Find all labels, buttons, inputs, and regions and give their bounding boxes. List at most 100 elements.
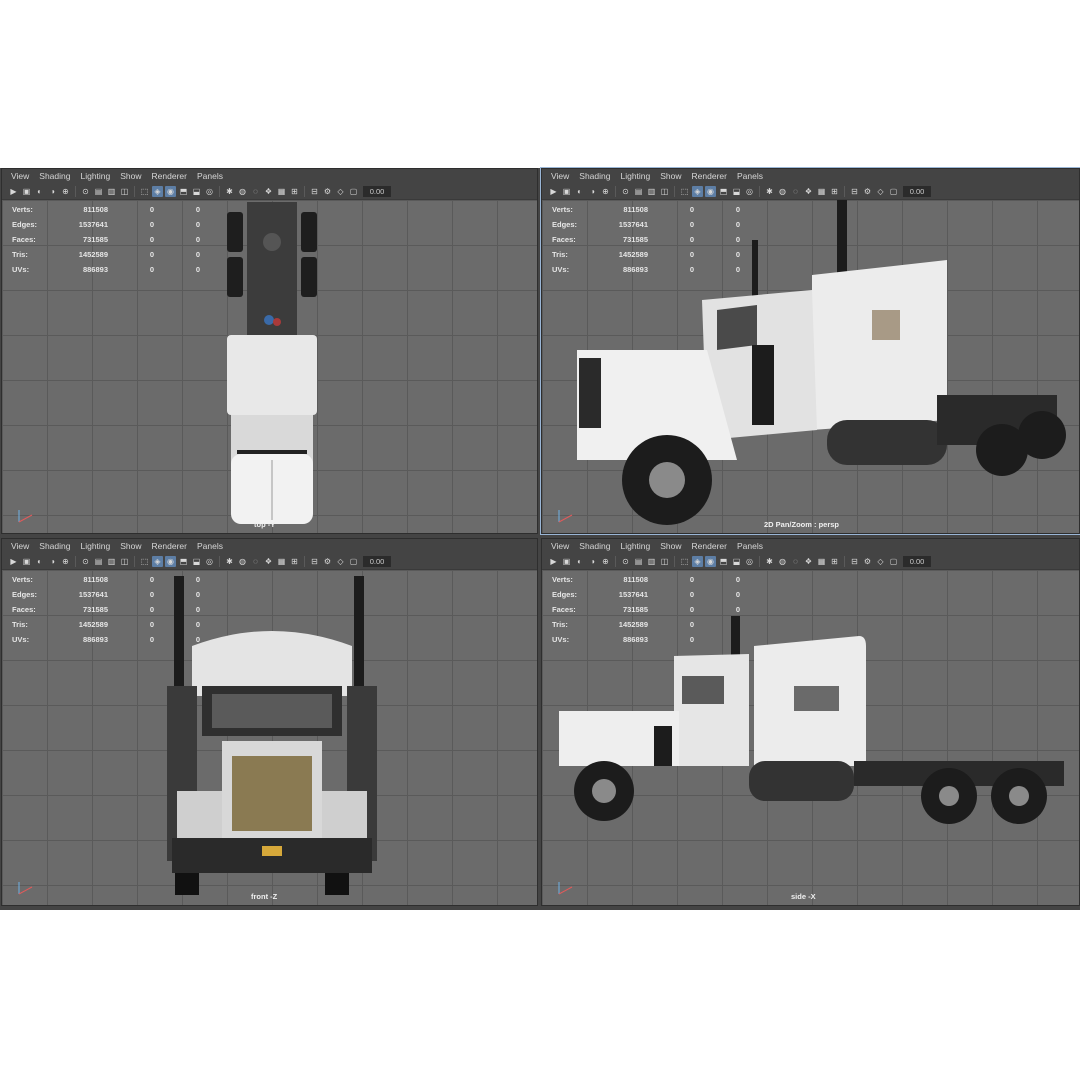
camera-icon[interactable]: ▶ bbox=[548, 186, 559, 197]
camera-icon[interactable]: ▶ bbox=[8, 556, 19, 567]
exposure-field[interactable]: 0.00 bbox=[903, 185, 931, 197]
shaded-icon[interactable]: ◈ bbox=[152, 555, 163, 567]
xray-icon[interactable]: ▦ bbox=[276, 186, 287, 197]
gate-mask-icon[interactable]: ◫ bbox=[659, 186, 670, 197]
textured-icon[interactable]: ◉ bbox=[705, 185, 716, 197]
lights-icon[interactable]: ⬒ bbox=[718, 186, 729, 197]
viewport-front[interactable]: Verts: 811508 0 0 Edges: 1537641 0 0 Faces: 73158… bbox=[2, 570, 537, 905]
settings-icon[interactable]: ⚙ bbox=[862, 186, 873, 197]
dof-icon[interactable]: ◌ bbox=[250, 186, 261, 197]
field-chart-icon[interactable]: ⊙ bbox=[620, 186, 631, 197]
menu-shading[interactable]: Shading bbox=[34, 171, 75, 181]
joints-icon[interactable]: ⊞ bbox=[829, 186, 840, 197]
menu-view[interactable]: View bbox=[546, 541, 574, 551]
menu-show[interactable]: Show bbox=[655, 541, 686, 551]
menu-panels[interactable]: Panels bbox=[732, 171, 768, 181]
safe-title-icon[interactable]: ▥ bbox=[106, 556, 117, 567]
resolution-icon[interactable]: ⊕ bbox=[60, 186, 71, 197]
exposure-field[interactable]: 0.00 bbox=[363, 185, 391, 197]
menu-renderer[interactable]: Renderer bbox=[687, 541, 732, 551]
exposure-icon[interactable]: ▢ bbox=[888, 186, 899, 197]
field-chart-icon[interactable]: ⊙ bbox=[620, 556, 631, 567]
settings-icon[interactable]: ⚙ bbox=[322, 186, 333, 197]
shaded-icon[interactable]: ◈ bbox=[692, 555, 703, 567]
motion-blur-icon[interactable]: ✱ bbox=[224, 556, 235, 567]
components-icon[interactable]: ⊟ bbox=[849, 556, 860, 567]
wireframe-icon[interactable]: ⬚ bbox=[679, 186, 690, 197]
isolate-icon[interactable]: ❖ bbox=[263, 556, 274, 567]
viewport-persp[interactable]: Verts: 811508 0 0 Edges: 1537641 0 0 Faces: 73158… bbox=[542, 200, 1079, 533]
menu-view[interactable]: View bbox=[6, 541, 34, 551]
shadows-icon[interactable]: ⬓ bbox=[731, 556, 742, 567]
menu-renderer[interactable]: Renderer bbox=[687, 171, 732, 181]
menu-shading[interactable]: Shading bbox=[34, 541, 75, 551]
isolate-icon[interactable]: ❖ bbox=[263, 186, 274, 197]
menu-shading[interactable]: Shading bbox=[574, 171, 615, 181]
lights-icon[interactable]: ⬒ bbox=[178, 556, 189, 567]
safe-title-icon[interactable]: ▥ bbox=[106, 186, 117, 197]
menu-shading[interactable]: Shading bbox=[574, 541, 615, 551]
gate-mask-icon[interactable]: ◫ bbox=[659, 556, 670, 567]
menu-view[interactable]: View bbox=[6, 171, 34, 181]
gamma-icon[interactable]: ◇ bbox=[875, 186, 886, 197]
aa-icon[interactable]: ◍ bbox=[777, 556, 788, 567]
viewport-side[interactable]: Verts: 811508 0 0 Edges: 1537641 0 0 Faces: 73158… bbox=[542, 570, 1079, 905]
menu-show[interactable]: Show bbox=[655, 171, 686, 181]
exposure-field[interactable]: 0.00 bbox=[903, 555, 931, 567]
wireframe-icon[interactable]: ⬚ bbox=[679, 556, 690, 567]
wireframe-icon[interactable]: ⬚ bbox=[139, 556, 150, 567]
film-gate-icon[interactable]: ◑ bbox=[47, 186, 58, 197]
xray-icon[interactable]: ▦ bbox=[816, 556, 827, 567]
menu-show[interactable]: Show bbox=[115, 171, 146, 181]
bookmark-icon[interactable]: ▣ bbox=[21, 186, 32, 197]
film-gate-icon[interactable]: ◑ bbox=[587, 556, 598, 567]
viewport-pane-persp[interactable]: View Shading Lighting Show Renderer Panels ▶ ▣… bbox=[540, 167, 1080, 535]
menu-lighting[interactable]: Lighting bbox=[75, 171, 115, 181]
gamma-icon[interactable]: ◇ bbox=[335, 556, 346, 567]
menu-lighting[interactable]: Lighting bbox=[75, 541, 115, 551]
aa-icon[interactable]: ◍ bbox=[237, 186, 248, 197]
joints-icon[interactable]: ⊞ bbox=[289, 556, 300, 567]
aa-icon[interactable]: ◍ bbox=[237, 556, 248, 567]
exposure-icon[interactable]: ▢ bbox=[888, 556, 899, 567]
ao-icon[interactable]: ◎ bbox=[744, 556, 755, 567]
shadows-icon[interactable]: ⬓ bbox=[191, 556, 202, 567]
exposure-field[interactable]: 0.00 bbox=[363, 555, 391, 567]
xray-icon[interactable]: ▦ bbox=[816, 186, 827, 197]
menu-panels[interactable]: Panels bbox=[192, 171, 228, 181]
gate-mask-icon[interactable]: ◫ bbox=[119, 556, 130, 567]
dof-icon[interactable]: ◌ bbox=[790, 186, 801, 197]
safe-action-icon[interactable]: ▤ bbox=[633, 186, 644, 197]
textured-icon[interactable]: ◉ bbox=[165, 185, 176, 197]
settings-icon[interactable]: ⚙ bbox=[322, 556, 333, 567]
aa-icon[interactable]: ◍ bbox=[777, 186, 788, 197]
menu-show[interactable]: Show bbox=[115, 541, 146, 551]
gamma-icon[interactable]: ◇ bbox=[335, 186, 346, 197]
field-chart-icon[interactable]: ⊙ bbox=[80, 556, 91, 567]
components-icon[interactable]: ⊟ bbox=[849, 186, 860, 197]
components-icon[interactable]: ⊟ bbox=[309, 186, 320, 197]
motion-blur-icon[interactable]: ✱ bbox=[764, 556, 775, 567]
safe-action-icon[interactable]: ▤ bbox=[633, 556, 644, 567]
viewport-top[interactable]: Verts: 811508 0 0 Edges: 1537641 0 0 Faces: 73158… bbox=[2, 200, 537, 533]
joints-icon[interactable]: ⊞ bbox=[289, 186, 300, 197]
grid-icon[interactable]: ◐ bbox=[574, 186, 585, 197]
menu-panels[interactable]: Panels bbox=[192, 541, 228, 551]
resolution-icon[interactable]: ⊕ bbox=[600, 556, 611, 567]
grid-icon[interactable]: ◐ bbox=[34, 186, 45, 197]
ao-icon[interactable]: ◎ bbox=[204, 556, 215, 567]
gamma-icon[interactable]: ◇ bbox=[875, 556, 886, 567]
resolution-icon[interactable]: ⊕ bbox=[600, 186, 611, 197]
film-gate-icon[interactable]: ◑ bbox=[587, 186, 598, 197]
camera-icon[interactable]: ▶ bbox=[548, 556, 559, 567]
menu-lighting[interactable]: Lighting bbox=[615, 171, 655, 181]
viewport-pane-front[interactable]: View Shading Lighting Show Renderer Panels ▶ ▣… bbox=[1, 538, 538, 906]
resolution-icon[interactable]: ⊕ bbox=[60, 556, 71, 567]
film-gate-icon[interactable]: ◑ bbox=[47, 556, 58, 567]
safe-action-icon[interactable]: ▤ bbox=[93, 556, 104, 567]
lights-icon[interactable]: ⬒ bbox=[718, 556, 729, 567]
safe-title-icon[interactable]: ▥ bbox=[646, 556, 657, 567]
motion-blur-icon[interactable]: ✱ bbox=[224, 186, 235, 197]
menu-view[interactable]: View bbox=[546, 171, 574, 181]
bookmark-icon[interactable]: ▣ bbox=[561, 556, 572, 567]
